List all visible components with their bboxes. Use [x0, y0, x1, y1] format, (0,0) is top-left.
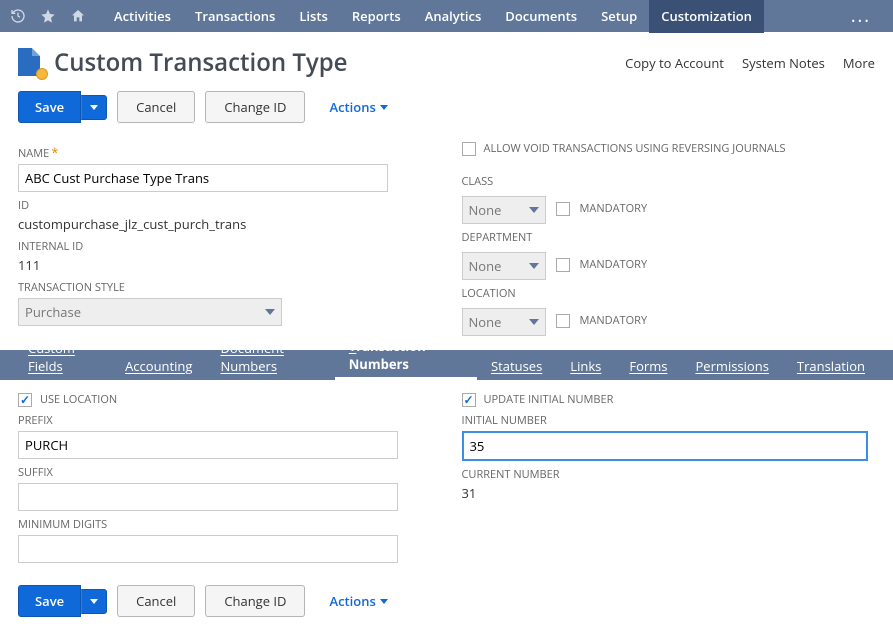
cancel-button[interactable]: Cancel: [117, 91, 195, 123]
department-select[interactable]: None: [462, 252, 546, 280]
caret-down-icon: [90, 105, 98, 110]
internal-id-label: INTERNAL ID: [18, 239, 432, 254]
page-title: Custom Transaction Type: [54, 46, 348, 79]
menu-documents[interactable]: Documents: [493, 0, 589, 33]
department-mandatory-label: MANDATORY: [580, 257, 648, 272]
location-select[interactable]: None: [462, 308, 546, 336]
allow-void-label: ALLOW VOID TRANSACTIONS USING REVERSING …: [484, 141, 786, 156]
current-number-label: CURRENT NUMBER: [462, 467, 876, 482]
caret-down-icon: [265, 309, 275, 315]
action-bar-top: Save Cancel Change ID Actions: [0, 87, 893, 137]
class-label: CLASS: [462, 174, 876, 189]
txn-left-column: USE LOCATION PREFIX SUFFIX MINIMUM DIGIT…: [18, 392, 432, 563]
transaction-style-value: Purchase: [25, 303, 81, 321]
department-label: DEPARTMENT: [462, 230, 876, 245]
form-left-column: NAME* ID custompurchase_jlz_cust_purch_t…: [18, 137, 432, 336]
system-notes-link[interactable]: System Notes: [742, 54, 825, 72]
class-mandatory-label: MANDATORY: [580, 201, 648, 216]
caret-down-icon: [529, 319, 539, 325]
txn-right-column: UPDATE INITIAL NUMBER INITIAL NUMBER CUR…: [462, 392, 876, 563]
id-value: custompurchase_jlz_cust_purch_trans: [18, 215, 432, 233]
overflow-menu-icon[interactable]: ...: [837, 4, 885, 28]
menu-setup[interactable]: Setup: [589, 0, 649, 33]
more-link[interactable]: More: [843, 54, 875, 72]
menu-transactions[interactable]: Transactions: [183, 0, 287, 33]
caret-down-icon: [380, 105, 388, 110]
menu-analytics[interactable]: Analytics: [413, 0, 494, 33]
location-label: LOCATION: [462, 286, 876, 301]
menu-activities[interactable]: Activities: [102, 0, 183, 33]
class-mandatory-checkbox[interactable]: [556, 202, 570, 216]
record-type-icon: [18, 48, 44, 78]
save-menu-caret-bottom[interactable]: [81, 589, 107, 614]
update-initial-number-label: UPDATE INITIAL NUMBER: [484, 392, 614, 407]
location-mandatory-checkbox[interactable]: [556, 314, 570, 328]
save-split-button: Save: [18, 91, 107, 123]
class-select[interactable]: None: [462, 196, 546, 224]
caret-down-icon: [529, 207, 539, 213]
actions-label: Actions: [329, 592, 375, 610]
transaction-style-label: TRANSACTION STYLE: [18, 280, 432, 295]
allow-void-checkbox[interactable]: [462, 142, 476, 156]
actions-menu-bottom[interactable]: Actions: [329, 592, 387, 610]
actions-label: Actions: [329, 98, 375, 116]
location-mandatory-label: MANDATORY: [580, 313, 648, 328]
transaction-numbers-panel: USE LOCATION PREFIX SUFFIX MINIMUM DIGIT…: [0, 380, 893, 577]
cancel-button-bottom[interactable]: Cancel: [117, 585, 195, 617]
subtab-custom-fields[interactable]: Custom Fields: [14, 350, 111, 380]
home-icon[interactable]: [68, 6, 88, 26]
id-label: ID: [18, 198, 432, 213]
prefix-label: PREFIX: [18, 413, 432, 428]
save-menu-caret[interactable]: [81, 95, 107, 120]
subtab-document-numbers[interactable]: Document Numbers: [206, 350, 334, 380]
main-menu: Activities Transactions Lists Reports An…: [102, 0, 764, 33]
save-button-bottom[interactable]: Save: [18, 585, 81, 617]
use-location-label: USE LOCATION: [40, 392, 117, 407]
top-nav: Activities Transactions Lists Reports An…: [0, 0, 893, 32]
subtab-permissions[interactable]: Permissions: [681, 350, 782, 380]
save-button[interactable]: Save: [18, 91, 81, 123]
name-input[interactable]: [18, 164, 388, 192]
subtab-forms[interactable]: Forms: [615, 350, 681, 380]
history-icon[interactable]: [8, 6, 28, 26]
suffix-input[interactable]: [18, 483, 398, 511]
subtab-transaction-numbers[interactable]: Transaction Numbers: [335, 350, 477, 380]
action-bar-bottom: Save Cancel Change ID Actions: [0, 577, 893, 637]
minimum-digits-input[interactable]: [18, 535, 398, 563]
subtab-accounting[interactable]: Accounting: [111, 350, 206, 380]
subtab-links[interactable]: Links: [556, 350, 615, 380]
change-id-button[interactable]: Change ID: [205, 91, 305, 123]
save-split-button-bottom: Save: [18, 585, 107, 617]
subtab-translation[interactable]: Translation: [783, 350, 879, 380]
change-id-button-bottom[interactable]: Change ID: [205, 585, 305, 617]
star-icon[interactable]: [38, 6, 58, 26]
subtab-bar: Custom Fields Accounting Document Number…: [0, 350, 893, 380]
name-label: NAME*: [18, 143, 432, 161]
menu-customization[interactable]: Customization: [649, 0, 764, 33]
department-mandatory-checkbox[interactable]: [556, 258, 570, 272]
menu-reports[interactable]: Reports: [340, 0, 413, 33]
subtab-statuses[interactable]: Statuses: [477, 350, 556, 380]
internal-id-value: 111: [18, 256, 432, 274]
use-location-checkbox[interactable]: [18, 393, 32, 407]
menu-lists[interactable]: Lists: [287, 0, 340, 33]
initial-number-input[interactable]: [462, 431, 868, 461]
actions-menu[interactable]: Actions: [329, 98, 387, 116]
prefix-input[interactable]: [18, 431, 398, 459]
minimum-digits-label: MINIMUM DIGITS: [18, 517, 432, 532]
form-right-column: ALLOW VOID TRANSACTIONS USING REVERSING …: [462, 137, 876, 336]
current-number-value: 31: [462, 484, 876, 502]
update-initial-number-checkbox[interactable]: [462, 393, 476, 407]
page-header: Custom Transaction Type Copy to Account …: [0, 32, 893, 87]
header-links: Copy to Account System Notes More: [625, 54, 875, 72]
caret-down-icon: [529, 263, 539, 269]
suffix-label: SUFFIX: [18, 465, 432, 480]
main-form: NAME* ID custompurchase_jlz_cust_purch_t…: [0, 137, 893, 336]
transaction-style-select[interactable]: Purchase: [18, 298, 282, 326]
caret-down-icon: [90, 599, 98, 604]
initial-number-label: INITIAL NUMBER: [462, 413, 876, 428]
copy-to-account-link[interactable]: Copy to Account: [625, 54, 724, 72]
caret-down-icon: [380, 599, 388, 604]
